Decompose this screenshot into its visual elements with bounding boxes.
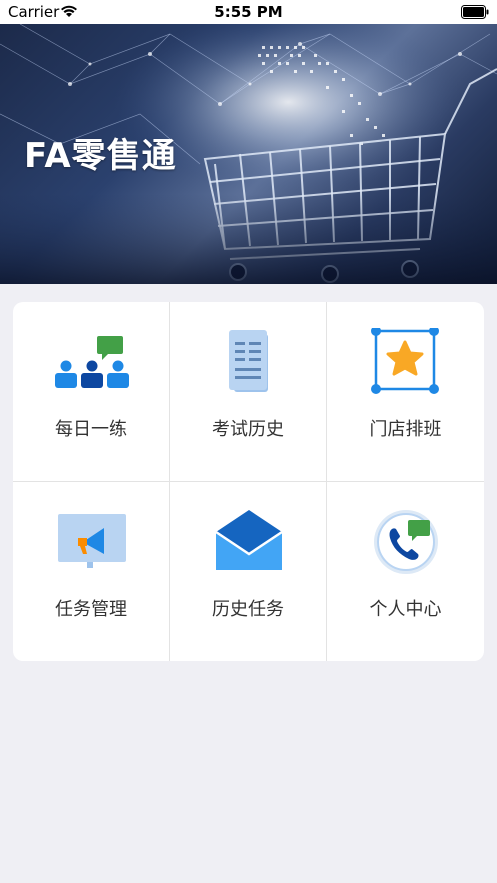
status-time: 5:55 PM: [214, 3, 283, 21]
menu-item-label: 任务管理: [55, 599, 127, 620]
menu-card: 每日一练 考试历史 门店排班 任务管理 历史任务 个人中心: [13, 302, 484, 661]
menu-item-exam-history[interactable]: 考试历史: [170, 302, 327, 482]
header-banner: FA零售通: [0, 24, 497, 284]
status-bar: Carrier 5:55 PM: [0, 0, 497, 24]
menu-item-history-tasks[interactable]: 历史任务: [170, 482, 327, 661]
phone-chat-icon: [374, 510, 438, 574]
star-frame-icon: [371, 328, 439, 394]
menu-item-personal-center[interactable]: 个人中心: [327, 482, 484, 661]
envelope-icon: [215, 510, 283, 570]
menu-grid: 每日一练 考试历史 门店排班 任务管理 历史任务 个人中心: [13, 302, 484, 661]
menu-item-label: 每日一练: [55, 419, 127, 440]
menu-item-label: 历史任务: [212, 599, 284, 620]
battery-icon: [461, 5, 489, 19]
document-icon: [229, 330, 268, 392]
team-chat-icon: [55, 336, 129, 388]
menu-item-store-scheduling[interactable]: 门店排班: [327, 302, 484, 482]
megaphone-icon: [58, 514, 126, 568]
menu-item-task-management[interactable]: 任务管理: [13, 482, 170, 661]
app-title: FA零售通: [24, 136, 177, 176]
menu-item-daily-practice[interactable]: 每日一练: [13, 302, 170, 482]
menu-item-label: 门店排班: [369, 419, 442, 440]
menu-item-label: 个人中心: [369, 599, 442, 620]
menu-item-label: 考试历史: [212, 419, 284, 440]
